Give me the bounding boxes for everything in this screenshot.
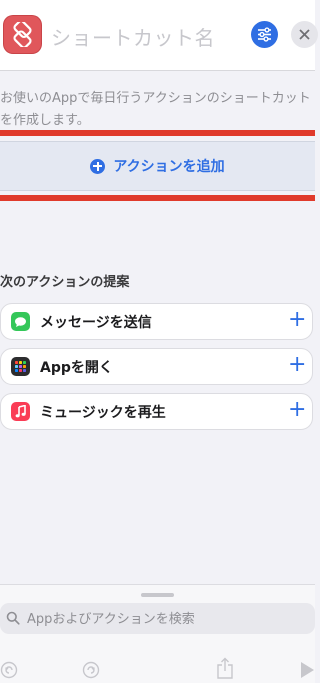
- action-library-sheet: [0, 584, 315, 683]
- search-icon: [6, 611, 20, 625]
- suggestion-label: Appを開く: [40, 359, 113, 376]
- add-action-label: アクションを追加: [113, 159, 225, 175]
- sliders-icon[interactable]: [251, 21, 278, 48]
- shortcuts-icon[interactable]: [4, 16, 41, 53]
- add-action-button[interactable]: アクションを追加: [0, 141, 315, 191]
- suggestion-label: メッセージを送信: [40, 314, 152, 331]
- app-grid-icon: [11, 357, 30, 376]
- undo-icon[interactable]: [0, 661, 18, 679]
- sheet-grabber[interactable]: [141, 593, 174, 597]
- suggestion-send-message[interactable]: メッセージを送信 +: [0, 303, 313, 340]
- close-icon[interactable]: [291, 21, 318, 48]
- suggestion-open-app[interactable]: Appを開く +: [0, 348, 313, 385]
- redo-icon[interactable]: [82, 661, 100, 679]
- highlight-line-bottom: [0, 195, 315, 201]
- play-icon[interactable]: [300, 661, 315, 679]
- add-icon[interactable]: +: [288, 399, 306, 421]
- highlight-line-top: [0, 130, 315, 136]
- share-icon[interactable]: [216, 657, 234, 679]
- suggestions-title: 次のアクションの提案: [0, 275, 130, 290]
- search-field[interactable]: [0, 603, 315, 636]
- add-icon[interactable]: +: [288, 354, 306, 376]
- music-note-icon: [11, 402, 30, 421]
- description-text: お使いのAppで毎日行うアクションのショートカットを作成します。: [0, 91, 311, 128]
- plus-circle-icon: [90, 158, 106, 174]
- messages-icon: [11, 312, 30, 331]
- add-icon[interactable]: +: [288, 309, 306, 331]
- header: ショートカット名: [0, 0, 318, 71]
- suggestion-play-music[interactable]: ミュージックを再生 +: [0, 393, 313, 430]
- search-input[interactable]: [25, 603, 309, 636]
- shortcut-name-field[interactable]: ショートカット名: [51, 22, 215, 51]
- suggestion-label: ミュージックを再生: [40, 404, 166, 421]
